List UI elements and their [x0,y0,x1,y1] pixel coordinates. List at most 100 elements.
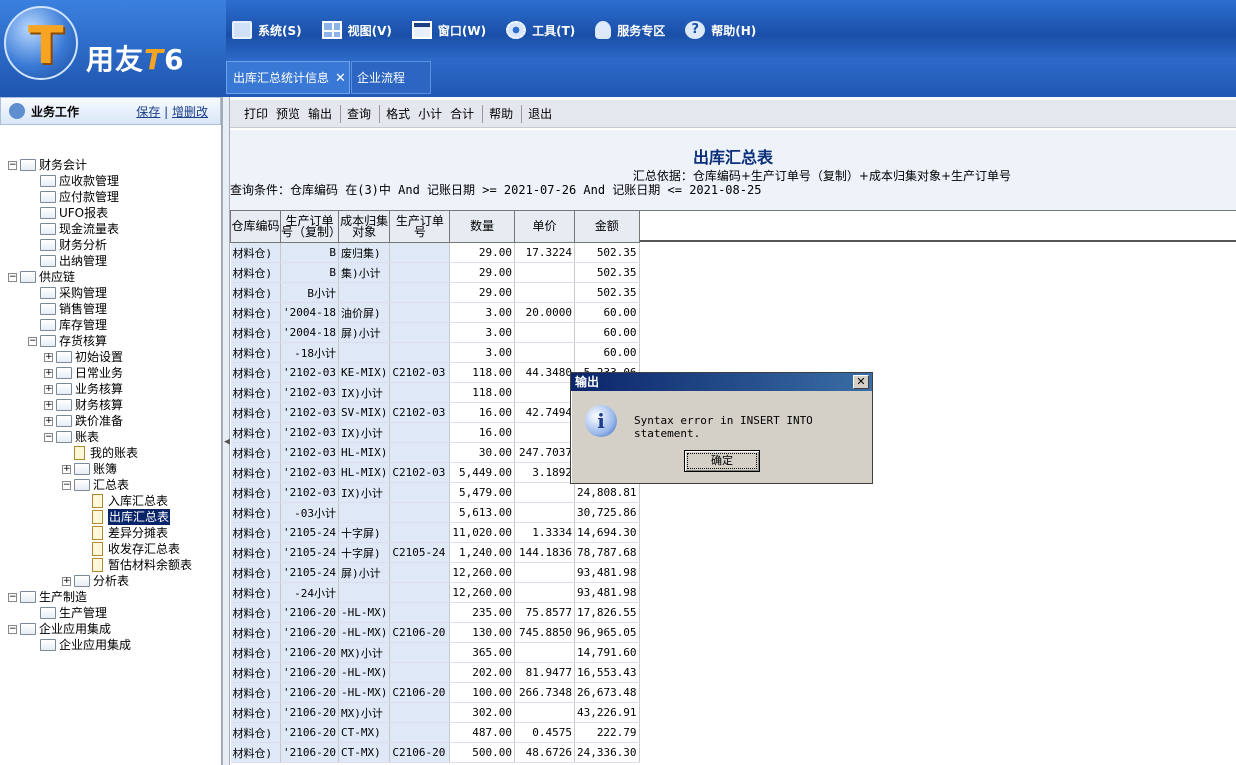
table-row[interactable]: 材料仓) -24小计 12,260.00 93,481.98 [230,582,640,603]
toolbar-button-6[interactable]: 合计 [450,105,474,122]
table-row[interactable]: 材料仓) '2004-18 油价屏) 3.00 20.0000 60.00 [230,302,640,323]
column-header[interactable]: 成本归集对象 [337,210,391,243]
tree-item[interactable]: − 汇总表 [62,477,129,493]
toolbar-button-3[interactable]: 查询 [347,105,371,122]
tree-item[interactable]: + 账簿 [62,461,117,477]
tree-item[interactable]: + 分析表 [62,573,129,589]
toolbar-button-0[interactable]: 打印 [244,105,268,122]
tree-item[interactable]: 应付款管理 [28,189,119,205]
collapse-icon[interactable]: − [8,160,17,170]
tree-item[interactable]: − 企业应用集成 [8,621,111,637]
tree-item[interactable]: + 业务核算 [44,381,123,397]
menu-item-1[interactable]: 视图(V) [316,21,392,39]
table-row[interactable]: 材料仓) -18小计 3.00 60.00 [230,342,640,363]
tree-item[interactable]: UFO报表 [28,205,108,221]
collapse-icon[interactable]: − [8,272,17,282]
table-row[interactable]: 材料仓) '2102-03 IX)小计 5,479.00 24,808.81 [230,482,640,503]
column-header[interactable]: 仓库编码 [230,210,281,243]
tree-item[interactable]: 应收款管理 [28,173,119,189]
expand-icon[interactable]: + [44,384,53,394]
menu-item-5[interactable]: ? 帮助(H) [679,21,756,39]
expand-icon[interactable]: + [44,352,53,362]
ok-button[interactable]: 确定 [684,450,760,472]
tree-item[interactable]: 库存管理 [28,317,107,333]
tree-item[interactable]: 企业应用集成 [28,637,131,653]
tree-item[interactable]: − 供应链 [8,269,75,285]
column-header[interactable]: 金额 [573,210,640,243]
collapse-icon[interactable]: − [28,336,37,346]
table-cell: 十字屏) [338,522,391,543]
tree-item[interactable]: − 财务会计 [8,157,87,173]
tree-item[interactable]: − 存货核算 [28,333,107,349]
tree-item[interactable]: 我的账表 [62,445,138,461]
menu-item-0[interactable]: 系统(S) [226,21,302,39]
toolbar-button-5[interactable]: 小计 [418,105,442,122]
table-cell: 24,808.81 [574,482,640,503]
expand-icon[interactable]: + [44,416,53,426]
toolbar-button-8[interactable]: 退出 [528,105,552,122]
toolbar-button-7[interactable]: 帮助 [489,105,513,122]
tree-item[interactable]: − 生产制造 [8,589,87,605]
tree-item[interactable]: 生产管理 [28,605,107,621]
tree-item[interactable]: − 账表 [44,429,99,445]
table-row[interactable]: 材料仓) '2004-18 屏)小计 3.00 60.00 [230,322,640,343]
menu-item-2[interactable]: 窗口(W) [406,21,486,39]
tree-item[interactable]: + 跌价准备 [44,413,123,429]
table-row[interactable]: 材料仓) '2105-24 十字屏) C2105-24 1,240.00 144.1836… [230,542,640,563]
tree-item[interactable]: + 初始设置 [44,349,123,365]
table-row[interactable]: 材料仓) B 集)小计 29.00 502.35 [230,262,640,283]
expand-icon[interactable]: + [62,464,71,474]
table-row[interactable]: 材料仓) B小计 29.00 502.35 [230,282,640,303]
tree-item[interactable]: 出纳管理 [28,253,107,269]
toolbar-button-2[interactable]: 输出 [308,105,332,122]
table-row[interactable]: 材料仓) '2106-20 MX)小计 365.00 14,791.60 [230,642,640,663]
tree-item[interactable]: 销售管理 [28,301,107,317]
collapse-icon[interactable]: − [8,592,17,602]
tree-item[interactable]: 采购管理 [28,285,107,301]
tree-item[interactable]: + 财务核算 [44,397,123,413]
column-header[interactable]: 生产订单号（复制） [280,210,339,243]
collapse-icon[interactable]: − [8,624,17,634]
menu-item-4[interactable]: 服务专区 [589,21,665,39]
menu-item-3[interactable]: 工具(T) [500,21,575,39]
tree-item[interactable]: 暂估材料余额表 [80,557,192,573]
tree-item[interactable]: + 日常业务 [44,365,123,381]
table-row[interactable]: 材料仓) B 废归集) 29.00 17.3224 502.35 [230,242,640,263]
expand-icon[interactable]: + [44,400,53,410]
table-row[interactable]: 材料仓) '2106-20 -HL-MX) C2106-20 130.00 745.885… [230,622,640,643]
edit-link[interactable]: 增删改 [172,105,208,119]
save-link[interactable]: 保存 [136,105,160,119]
close-icon[interactable]: ✕ [853,375,869,389]
tree-item[interactable]: 财务分析 [28,237,107,253]
column-header[interactable]: 单价 [513,210,575,243]
tree-item[interactable]: 收发存汇总表 [80,541,180,557]
column-header[interactable]: 数量 [449,210,515,243]
table-row[interactable]: 材料仓) '2106-20 -HL-MX) 202.00 81.9477 16,553.4… [230,662,640,683]
tab-enterprise-process[interactable]: 企业流程 [351,61,431,94]
collapse-icon[interactable]: − [62,480,71,490]
expand-icon[interactable]: + [44,368,53,378]
toolbar-button-1[interactable]: 预览 [276,105,300,122]
collapse-icon[interactable]: − [44,432,53,442]
table-cell: 材料仓) [230,322,281,343]
table-row[interactable]: 材料仓) '2106-20 MX)小计 302.00 43,226.91 [230,702,640,723]
column-header[interactable]: 生产订单号 [389,210,451,243]
table-row[interactable]: 材料仓) '2105-24 十字屏) 11,020.00 1.3334 14,694.30 [230,522,640,543]
tree-item[interactable]: 现金流量表 [28,221,119,237]
panel-splitter[interactable]: ◀ [222,97,231,765]
table-cell: 118.00 [449,382,515,403]
table-row[interactable]: 材料仓) -03小计 5,613.00 30,725.86 [230,502,640,523]
tree-item[interactable]: 入库汇总表 [80,493,168,509]
tab-outbound-summary-info[interactable]: 出库汇总统计信息 ✕ [226,61,350,94]
tree-item[interactable]: 出库汇总表 [80,509,171,525]
table-cell: 屏)小计 [338,562,391,583]
table-row[interactable]: 材料仓) '2106-20 -HL-MX) 235.00 75.8577 17,826.5… [230,602,640,623]
table-row[interactable]: 材料仓) '2106-20 CT-MX) 487.00 0.4575 222.79 [230,722,640,743]
table-row[interactable]: 材料仓) '2106-20 -HL-MX) C2106-20 100.00 266.734… [230,682,640,703]
table-row[interactable]: 材料仓) '2105-24 屏)小计 12,260.00 93,481.98 [230,562,640,583]
table-row[interactable]: 材料仓) '2106-20 CT-MX) C2106-20 500.00 48.6726 2… [230,742,640,763]
toolbar-button-4[interactable]: 格式 [386,105,410,122]
tree-item[interactable]: 差异分摊表 [80,525,168,541]
expand-icon[interactable]: + [62,576,71,586]
tab-close-icon[interactable]: ✕ [335,62,346,95]
